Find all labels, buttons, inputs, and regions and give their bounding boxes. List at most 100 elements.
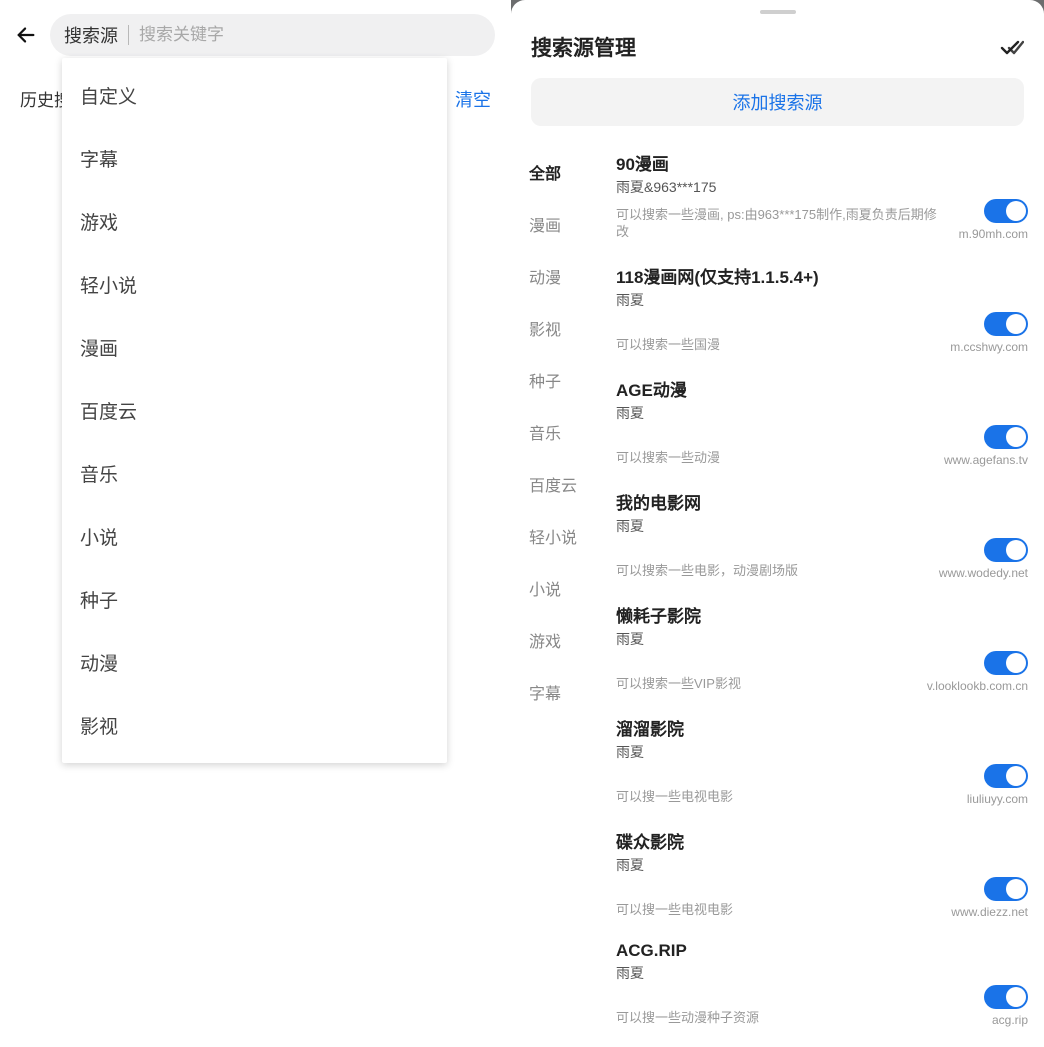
add-source-button[interactable]: 添加搜索源 <box>531 78 1024 126</box>
dropdown-item[interactable]: 百度云 <box>62 379 447 442</box>
left-screen: 搜索源 历史搜 清空 自定义字幕游戏轻小说漫画百度云音乐小说种子动漫影视 <box>0 0 511 913</box>
category-item[interactable]: 小说 <box>511 562 616 614</box>
category-item[interactable]: 百度云 <box>511 458 616 510</box>
source-desc: 可以搜一些电视电影 <box>616 788 957 806</box>
enable-switch[interactable] <box>984 985 1028 1009</box>
dropdown-item[interactable]: 影视 <box>62 694 447 757</box>
source-author: 雨夏 <box>616 403 1028 423</box>
category-item[interactable]: 动漫 <box>511 250 616 302</box>
sheet-title: 搜索源管理 <box>531 32 636 62</box>
source-row: 可以搜索一些动漫 www.agefans.tv <box>616 425 1028 467</box>
source-title: AGE动漫 <box>616 376 1028 401</box>
search-input[interactable] <box>139 25 481 45</box>
source-item[interactable]: 我的电影网雨夏可以搜索一些电影，动漫剧场版 www.wodedy.net <box>616 479 1028 592</box>
source-item[interactable]: 溜溜影院雨夏可以搜一些电视电影 liuliuyy.com <box>616 705 1028 818</box>
category-item[interactable]: 影视 <box>511 302 616 354</box>
source-right: acg.rip <box>984 985 1028 1027</box>
category-item[interactable]: 全部 <box>511 146 616 198</box>
enable-switch[interactable] <box>984 877 1028 901</box>
source-author: 雨夏&963***175 <box>616 177 1028 197</box>
category-item[interactable]: 音乐 <box>511 406 616 458</box>
category-item[interactable]: 种子 <box>511 354 616 406</box>
source-domain: m.ccshwy.com <box>950 340 1028 354</box>
source-row: 可以搜一些电视电影 liuliuyy.com <box>616 764 1028 806</box>
sheet-body: 全部漫画动漫影视种子音乐百度云轻小说小说游戏字幕 90漫画雨夏&963***17… <box>511 140 1044 1047</box>
dropdown-item[interactable]: 自定义 <box>62 64 447 127</box>
source-title: 碟众影院 <box>616 828 1028 853</box>
source-row: 可以搜索一些漫画, ps:由963***175制作,雨夏负责后期修改 m.90mh… <box>616 199 1028 241</box>
clear-history-button[interactable]: 清空 <box>455 86 491 112</box>
search-divider <box>128 25 129 45</box>
source-domain: m.90mh.com <box>959 227 1028 241</box>
source-desc: 可以搜一些电视电影 <box>616 901 941 919</box>
source-domain: acg.rip <box>992 1013 1028 1027</box>
source-author: 雨夏 <box>616 629 1028 649</box>
enable-switch[interactable] <box>984 312 1028 336</box>
source-domain: www.agefans.tv <box>944 453 1028 467</box>
category-item[interactable]: 游戏 <box>511 614 616 666</box>
source-author: 雨夏 <box>616 516 1028 536</box>
source-author: 雨夏 <box>616 290 1028 310</box>
category-column: 全部漫画动漫影视种子音乐百度云轻小说小说游戏字幕 <box>511 140 616 1047</box>
source-item[interactable]: 懒耗子影院雨夏可以搜索一些VIP影视 v.looklookb.com.cn <box>616 592 1028 705</box>
source-title: 118漫画网(仅支持1.1.5.4+) <box>616 263 1028 288</box>
source-item[interactable]: 碟众影院雨夏可以搜一些电视电影 www.diezz.net <box>616 818 1028 931</box>
source-author: 雨夏 <box>616 742 1028 762</box>
search-bar[interactable]: 搜索源 <box>50 14 495 56</box>
source-desc: 可以搜索一些VIP影视 <box>616 675 917 693</box>
source-author: 雨夏 <box>616 855 1028 875</box>
dropdown-item[interactable]: 字幕 <box>62 127 447 190</box>
source-item[interactable]: 118漫画网(仅支持1.1.5.4+)雨夏可以搜索一些国漫 m.ccshwy.co… <box>616 253 1028 366</box>
search-source-label[interactable]: 搜索源 <box>64 22 118 48</box>
source-title: 溜溜影院 <box>616 715 1028 740</box>
source-domain: www.wodedy.net <box>939 566 1028 580</box>
sheet-header: 搜索源管理 <box>511 14 1044 76</box>
source-item[interactable]: ACG.RIP雨夏可以搜一些动漫种子资源 acg.rip <box>616 931 1028 1039</box>
source-right: m.90mh.com <box>959 199 1028 241</box>
enable-switch[interactable] <box>984 651 1028 675</box>
category-item[interactable]: 轻小说 <box>511 510 616 562</box>
dropdown-item[interactable]: 小说 <box>62 505 447 568</box>
source-title: 90漫画 <box>616 150 1028 175</box>
dropdown-item[interactable]: 漫画 <box>62 316 447 379</box>
source-row: 可以搜索一些电影，动漫剧场版 www.wodedy.net <box>616 538 1028 580</box>
dropdown-item[interactable]: 种子 <box>62 568 447 631</box>
enable-switch[interactable] <box>984 538 1028 562</box>
source-right: liuliuyy.com <box>967 764 1028 806</box>
source-right: v.looklookb.com.cn <box>927 651 1028 693</box>
source-item[interactable]: 90漫画雨夏&963***175可以搜索一些漫画, ps:由963***175制… <box>616 140 1028 253</box>
source-title: 懒耗子影院 <box>616 602 1028 627</box>
dropdown-item[interactable]: 音乐 <box>62 442 447 505</box>
source-row: 可以搜一些动漫种子资源 acg.rip <box>616 985 1028 1027</box>
source-desc: 可以搜索一些漫画, ps:由963***175制作,雨夏负责后期修改 <box>616 206 949 241</box>
dropdown-item[interactable]: 轻小说 <box>62 253 447 316</box>
source-right: www.agefans.tv <box>944 425 1028 467</box>
search-source-dropdown[interactable]: 自定义字幕游戏轻小说漫画百度云音乐小说种子动漫影视 <box>62 58 447 763</box>
source-domain: www.diezz.net <box>951 905 1028 919</box>
source-desc: 可以搜一些动漫种子资源 <box>616 1009 974 1027</box>
category-item[interactable]: 字幕 <box>511 666 616 718</box>
source-desc: 可以搜索一些国漫 <box>616 336 940 354</box>
category-item[interactable]: 漫画 <box>511 198 616 250</box>
source-list[interactable]: 90漫画雨夏&963***175可以搜索一些漫画, ps:由963***175制… <box>616 140 1044 1047</box>
enable-switch[interactable] <box>984 764 1028 788</box>
source-domain: liuliuyy.com <box>967 792 1028 806</box>
source-title: ACG.RIP <box>616 941 1028 961</box>
dropdown-item[interactable]: 动漫 <box>62 631 447 694</box>
dropdown-item[interactable]: 游戏 <box>62 190 447 253</box>
source-item[interactable]: AGE动漫雨夏可以搜索一些动漫 www.agefans.tv <box>616 366 1028 479</box>
enable-switch[interactable] <box>984 425 1028 449</box>
back-arrow-icon[interactable] <box>14 23 38 47</box>
enable-switch[interactable] <box>984 199 1028 223</box>
source-right: www.wodedy.net <box>939 538 1028 580</box>
source-domain: v.looklookb.com.cn <box>927 679 1028 693</box>
right-screen: 搜索源管理 添加搜索源 全部漫画动漫影视种子音乐百度云轻小说小说游戏字幕 90漫… <box>511 0 1044 913</box>
source-row: 可以搜索一些国漫 m.ccshwy.com <box>616 312 1028 354</box>
source-desc: 可以搜索一些动漫 <box>616 449 934 467</box>
source-row: 可以搜索一些VIP影视 v.looklookb.com.cn <box>616 651 1028 693</box>
check-all-icon[interactable] <box>1000 35 1024 59</box>
source-desc: 可以搜索一些电影，动漫剧场版 <box>616 562 929 580</box>
source-author: 雨夏 <box>616 963 1028 983</box>
source-title: 我的电影网 <box>616 489 1028 514</box>
bottom-sheet: 搜索源管理 添加搜索源 全部漫画动漫影视种子音乐百度云轻小说小说游戏字幕 90漫… <box>511 0 1044 1047</box>
